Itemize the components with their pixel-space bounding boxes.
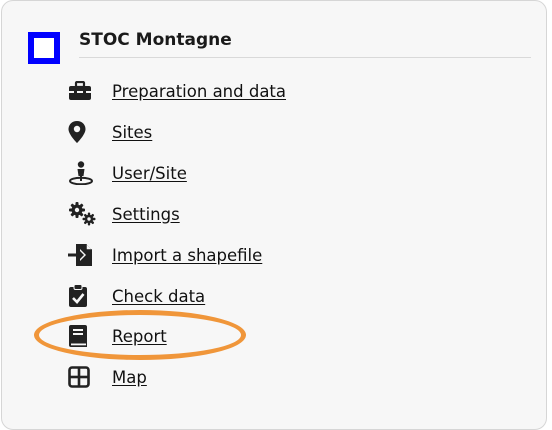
menu-item-import-shapefile[interactable]: Import a shapefile xyxy=(68,242,262,268)
map-marker-icon xyxy=(68,119,98,145)
menu-item-preparation[interactable]: Preparation and data xyxy=(68,78,286,104)
square-logo-icon xyxy=(28,32,60,64)
menu-item-user-site[interactable]: User/Site xyxy=(68,160,187,186)
title-divider xyxy=(79,57,531,58)
menu-item-settings[interactable]: Settings xyxy=(68,201,180,227)
menu-item-label[interactable]: Import a shapefile xyxy=(112,246,262,265)
clipboard-check-icon xyxy=(68,283,98,309)
file-import-icon xyxy=(68,242,98,268)
toolbox-icon xyxy=(68,78,98,104)
menu-panel: STOC Montagne Preparation and data Sites xyxy=(1,0,547,430)
menu-item-label[interactable]: User/Site xyxy=(112,164,187,183)
user-location-icon xyxy=(68,160,98,186)
menu-item-label[interactable]: Preparation and data xyxy=(112,82,286,101)
menu-item-sites[interactable]: Sites xyxy=(68,119,152,145)
grid-map-icon xyxy=(68,364,98,390)
book-icon xyxy=(68,323,98,349)
menu-item-report[interactable]: Report xyxy=(68,323,167,349)
menu-item-map[interactable]: Map xyxy=(68,364,147,390)
menu-item-label[interactable]: Check data xyxy=(112,287,205,306)
menu-item-check-data[interactable]: Check data xyxy=(68,283,205,309)
gears-icon xyxy=(68,201,98,227)
menu-item-label[interactable]: Settings xyxy=(112,205,180,224)
menu-item-label[interactable]: Report xyxy=(112,327,167,346)
menu-item-label[interactable]: Sites xyxy=(112,123,152,142)
menu-item-label[interactable]: Map xyxy=(112,368,147,387)
panel-title: STOC Montagne xyxy=(79,30,232,50)
